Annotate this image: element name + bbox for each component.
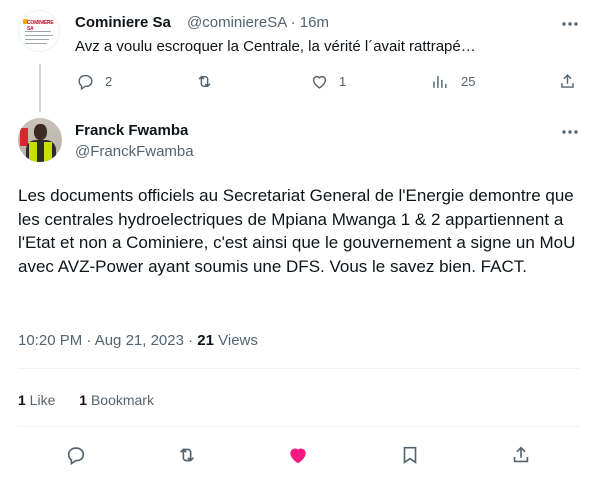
parent-like-button[interactable]: 1 bbox=[310, 72, 346, 91]
repost-icon bbox=[179, 448, 195, 462]
views-label: Views bbox=[213, 332, 258, 349]
parent-action-bar: 2 1 25 bbox=[0, 72, 598, 94]
share-icon bbox=[561, 74, 574, 88]
tweet-meta: 10:20 PM · Aug 21, 2023 · 21 Views bbox=[18, 332, 258, 349]
repost-button[interactable] bbox=[176, 444, 198, 466]
parent-views-button[interactable]: 25 bbox=[430, 72, 475, 91]
parent-author-name[interactable]: Cominiere Sa bbox=[75, 14, 171, 31]
like-button[interactable] bbox=[287, 444, 309, 466]
parent-view-count: 25 bbox=[461, 74, 476, 89]
share-icon bbox=[513, 446, 529, 463]
main-author-handle[interactable]: @FranckFwamba bbox=[75, 143, 194, 160]
parent-author-handle-time[interactable]: @cominiereSA · 16m bbox=[187, 14, 329, 31]
heart-filled-icon bbox=[290, 448, 306, 464]
parent-share-button[interactable] bbox=[558, 72, 577, 91]
reply-icon bbox=[67, 447, 85, 466]
main-more-icon[interactable] bbox=[560, 122, 580, 142]
bookmark-button[interactable] bbox=[399, 444, 421, 466]
engagement-stats: 1 Like 1 Bookmark bbox=[18, 392, 154, 408]
parent-reply-count: 2 bbox=[105, 74, 113, 89]
main-author-name[interactable]: Franck Fwamba bbox=[75, 122, 188, 139]
share-button[interactable] bbox=[510, 444, 532, 466]
parent-like-count: 1 bbox=[339, 74, 347, 89]
heart-icon bbox=[312, 75, 327, 89]
analytics-icon bbox=[433, 75, 447, 88]
likes-stat[interactable]: 1 Like bbox=[18, 392, 55, 408]
parent-avatar[interactable]: COMINIERE SA bbox=[18, 10, 60, 52]
bookmarks-stat[interactable]: 1 Bookmark bbox=[79, 392, 154, 408]
main-tweet-text: Les documents officiels au Secretariat G… bbox=[18, 186, 576, 276]
main-avatar[interactable] bbox=[18, 118, 62, 162]
divider bbox=[18, 368, 580, 369]
divider bbox=[18, 426, 580, 427]
bookmark-icon bbox=[403, 446, 417, 464]
main-action-bar bbox=[0, 444, 598, 468]
reply-button[interactable] bbox=[65, 444, 87, 466]
reply-icon bbox=[78, 74, 93, 91]
repost-icon bbox=[198, 75, 211, 88]
parent-repost-button[interactable] bbox=[195, 72, 214, 91]
tweet-timestamp[interactable]: 10:20 PM · Aug 21, 2023 · bbox=[18, 332, 197, 349]
parent-tweet-text[interactable]: Avz a voulu escroquer la Centrale, la vé… bbox=[75, 38, 476, 55]
parent-reply-button[interactable]: 2 bbox=[76, 72, 112, 91]
parent-tweet[interactable]: COMINIERE SA Cominiere Sa @cominiereSA ·… bbox=[0, 0, 598, 112]
parent-more-icon[interactable] bbox=[560, 14, 580, 34]
views-count: 21 bbox=[197, 332, 214, 349]
